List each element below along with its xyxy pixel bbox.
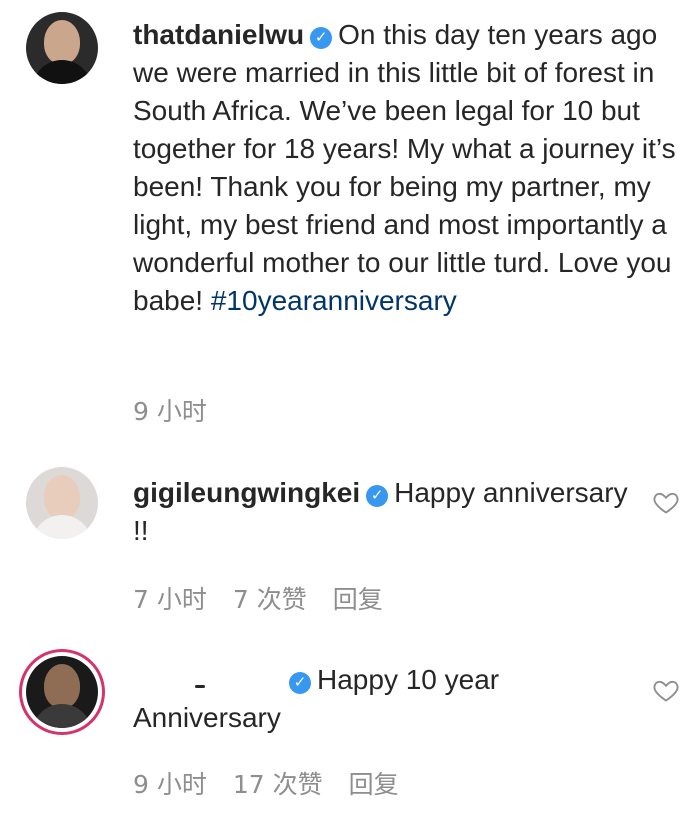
comment-body: On this day ten years ago we were marrie…: [133, 19, 676, 316]
verified-badge-icon: ✓: [366, 485, 389, 507]
avatar-face: [44, 20, 80, 64]
timestamp: 7 小时: [133, 585, 207, 614]
heart-outline-icon[interactable]: [652, 488, 680, 516]
comment-text-block: ✓ Happy 10 year Anniversary: [133, 661, 633, 737]
comment-meta: 9 小时 17 次赞 回复: [133, 765, 425, 801]
comment-meta: 9 小时: [133, 392, 233, 428]
avatar-body: [32, 60, 92, 84]
like-count[interactable]: 17 次赞: [233, 770, 323, 799]
comment-meta: 7 小时 7 次赞 回复: [133, 580, 409, 616]
verified-badge-icon: ✓: [289, 672, 311, 694]
reply-button[interactable]: 回复: [349, 770, 399, 799]
avatar-body: [32, 515, 92, 539]
username[interactable]: [133, 672, 283, 692]
username[interactable]: thatdanielwu: [133, 19, 304, 50]
timestamp: 9 小时: [133, 770, 207, 799]
reply-button[interactable]: 回复: [333, 585, 383, 614]
avatar-face: [44, 664, 80, 708]
username[interactable]: gigileungwingkei: [133, 477, 360, 508]
avatar-face: [44, 475, 80, 519]
comment-text-block: thatdanielwu ✓ On this day ten years ago w…: [133, 16, 678, 320]
avatar-gigileungwingkei[interactable]: [26, 467, 98, 539]
verified-badge-icon: ✓: [310, 27, 333, 49]
comment-text-block: gigileungwingkei ✓ Happy anniversary !!: [133, 474, 633, 550]
like-count[interactable]: 7 次赞: [233, 585, 307, 614]
avatar-thatdanielwu[interactable]: [26, 12, 98, 84]
avatar-commenter[interactable]: [26, 656, 98, 728]
hashtag-link[interactable]: #10yearanniversary: [211, 285, 457, 316]
avatar-body: [32, 704, 92, 728]
timestamp: 9 小时: [133, 397, 207, 426]
heart-outline-icon[interactable]: [652, 676, 680, 704]
